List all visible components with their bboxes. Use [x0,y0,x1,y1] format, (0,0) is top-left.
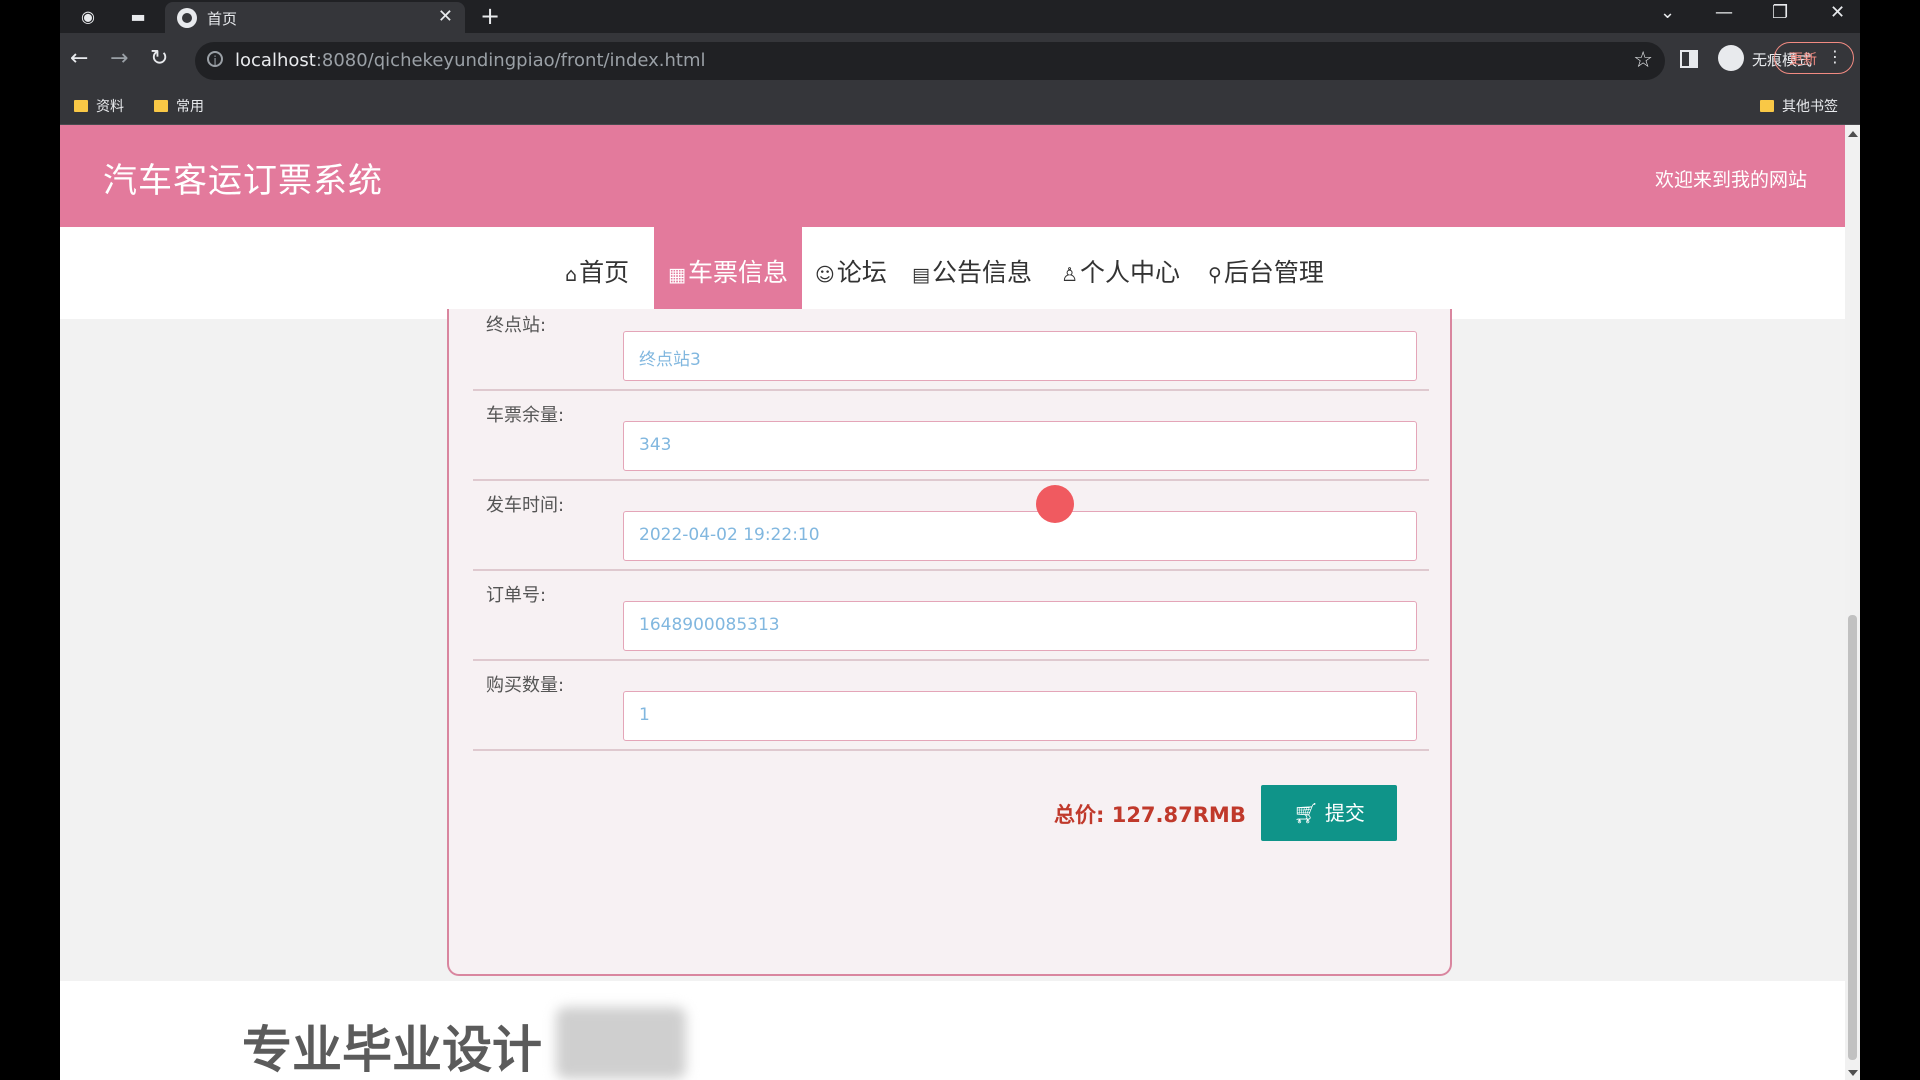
click-indicator [1036,485,1074,523]
update-button[interactable]: 更新 ⋮ [1774,42,1854,74]
field-label: 发车时间: [486,495,565,516]
nav-label: 个人中心 [1080,258,1181,287]
address-bar[interactable]: i localhost:8080/qichekeyundingpiao/fron… [195,42,1665,80]
nav-label: 论坛 [836,258,887,287]
reload-icon[interactable]: ↻ [150,46,168,72]
tab-title: 首页 [207,10,238,28]
scroll-thumb[interactable] [1848,615,1857,1060]
menu-dots-icon[interactable]: ⋮ [1827,47,1843,66]
field-label: 购买数量: [486,675,565,696]
other-bookmarks[interactable]: 其他书签 [1760,96,1838,116]
globe-icon[interactable]: ◉ [78,7,98,27]
nav-label: 后台管理 [1223,258,1324,287]
field-label: 车票余量: [486,405,565,426]
update-label: 更新 [1789,52,1817,68]
web-page: 汽车客运订票系统 欢迎来到我的网站 ⌂首页 ▦车票信息 ☺论坛 ▤公告信息 ♙个… [60,125,1845,1080]
scroll-up-icon[interactable] [1848,131,1858,137]
url-text: localhost:8080/qichekeyundingpiao/front/… [235,50,706,71]
forward-icon[interactable]: → [110,46,128,72]
other-bookmarks-label: 其他书签 [1782,99,1838,115]
main-content: 终点站: 终点站3 车票余量: 343 发车时间: 2022-04-02 19:… [60,309,1845,981]
form-row-destination: 终点站: 终点站3 [473,299,1429,391]
new-tab-icon[interactable]: + [480,2,500,30]
favicon-icon [177,8,197,28]
destination-input[interactable]: 终点站3 [623,331,1417,381]
departure-time-input[interactable]: 2022-04-02 19:22:10 [623,511,1417,561]
blurred-overlay [556,1007,686,1079]
bookmark-folder-changyong[interactable]: 常用 [154,96,204,116]
folder-icon [1760,100,1774,112]
tab-overview-icon[interactable]: ▬ [128,7,148,27]
link-icon: ⚲ [1208,264,1222,286]
url-host: localhost [235,50,316,71]
remaining-tickets-input[interactable]: 343 [623,421,1417,471]
submit-label: 提交 [1324,801,1365,825]
cart-icon: 🛒︎ [1293,801,1325,825]
incognito-icon[interactable] [1718,45,1744,71]
total-price: 总价: 127.87RMB [1054,803,1246,827]
info-icon[interactable]: i [207,51,223,68]
clipboard-icon: ▤ [912,264,930,286]
tab-search-icon[interactable]: ⌄ [1660,2,1675,23]
form-row-departure: 发车时间: 2022-04-02 19:22:10 [473,479,1429,571]
browser-tab[interactable]: 首页 ✕ [165,2,465,33]
order-form-card: 终点站: 终点站3 车票余量: 343 发车时间: 2022-04-02 19:… [447,309,1452,976]
nav-label: 首页 [579,258,630,287]
form-row-order-number: 订单号: 1648900085313 [473,569,1429,661]
form-row-remaining: 车票余量: 343 [473,389,1429,481]
close-tab-icon[interactable]: ✕ [438,6,453,27]
bookmarks-bar: 资料 常用 其他书签 [60,88,1860,125]
field-label: 终点站: [486,315,547,336]
quantity-input[interactable]: 1 [623,691,1417,741]
nav-label: 公告信息 [931,258,1032,287]
browser-toolbar: ← → ↻ i localhost:8080/qichekeyundingpia… [60,33,1860,88]
bookmark-label: 资料 [96,99,124,115]
tab-strip: ◉ ▬ 首页 ✕ + ⌄ — ❐ ✕ [60,0,1860,33]
bookmark-star-icon[interactable]: ☆ [1633,48,1653,73]
watermark-text: 专业毕业设计 [242,1021,542,1079]
folder-icon [154,100,168,112]
site-header: 汽车客运订票系统 欢迎来到我的网站 [60,125,1845,227]
side-panel-icon[interactable] [1680,50,1698,68]
grid-icon: ▦ [668,264,686,286]
form-row-quantity: 购买数量: 1 [473,659,1429,751]
folder-icon [74,100,88,112]
nav-label: 车票信息 [687,258,788,287]
url-path: :8080/qichekeyundingpiao/front/index.htm… [315,50,706,71]
submit-button[interactable]: 🛒︎ 提交 [1261,785,1397,841]
home-icon: ⌂ [565,264,578,286]
bookmark-label: 常用 [176,99,204,115]
scroll-down-icon[interactable] [1848,1070,1858,1076]
bookmark-folder-ziliao[interactable]: 资料 [74,96,124,116]
back-icon[interactable]: ← [70,46,88,72]
restore-icon[interactable]: ❐ [1772,2,1788,23]
close-window-icon[interactable]: ✕ [1830,2,1845,23]
browser-window: ◉ ▬ 首页 ✕ + ⌄ — ❐ ✕ ← → ↻ i localhost:808… [60,0,1860,1080]
order-number-input[interactable]: 1648900085313 [623,601,1417,651]
page-scrollbar[interactable] [1845,125,1860,1080]
welcome-text: 欢迎来到我的网站 [1654,169,1807,191]
person-icon: ♙ [1061,264,1079,286]
site-title: 汽车客运订票系统 [103,161,383,201]
minimize-icon[interactable]: — [1715,2,1733,23]
chat-icon: ☺ [815,264,835,286]
field-label: 订单号: [486,585,547,606]
